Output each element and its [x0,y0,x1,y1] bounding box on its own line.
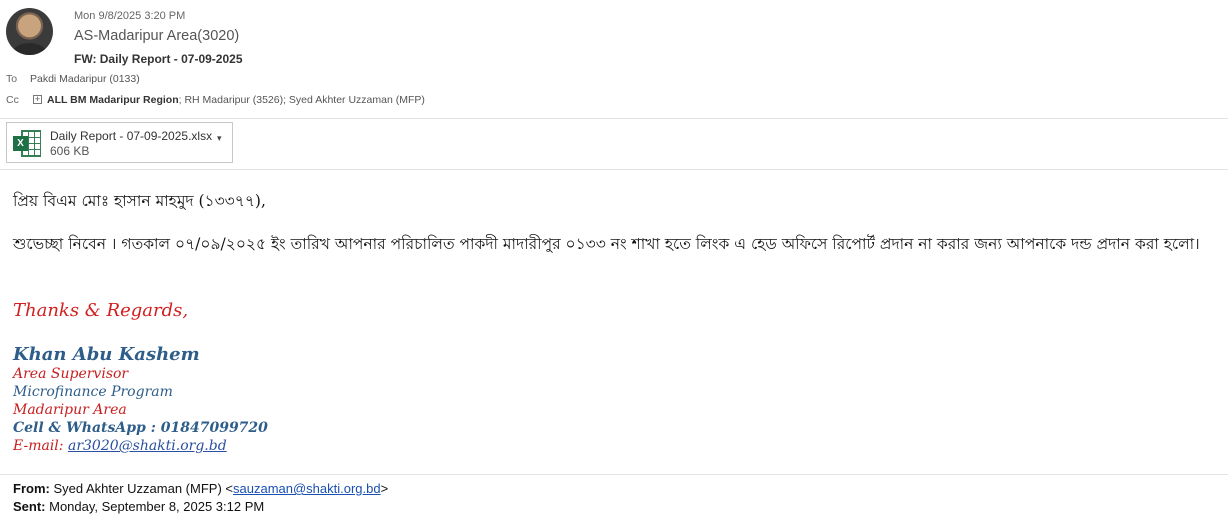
forward-sent-line: Sent: Monday, September 8, 2025 3:12 PM [13,499,264,514]
forward-from-email-link[interactable]: sauzaman@shakti.org.bd [233,481,381,496]
attachment-name: Daily Report - 07-09-2025.xlsx [50,129,213,143]
cc-recipients: ALL BM Madaripur Region; RH Madaripur (3… [47,94,425,106]
chevron-down-icon[interactable]: ▾ [217,133,222,144]
cc-group-recipient[interactable]: ALL BM Madaripur Region [47,94,179,106]
to-label: To [6,73,18,85]
body-paragraph: শুভেচ্ছা নিবেন । গতকাল ০৭/০৯/২০২৫ ইং তার… [13,235,1200,253]
header-divider [0,118,1228,119]
forward-divider [0,474,1228,475]
forward-from-line: From: Syed Akhter Uzzaman (MFP) <sauzama… [13,481,388,496]
signature-email-label: E-mail: [13,438,68,454]
forward-from-name: Syed Akhter Uzzaman (MFP) < [49,481,233,496]
signature-cell: Cell & WhatsApp : 01847099720 [13,420,268,436]
signature-email-link[interactable]: ar3020@shakti.org.bd [68,438,227,454]
message-date: Mon 9/8/2025 3:20 PM [74,10,186,22]
attachment-card[interactable]: X Daily Report - 07-09-2025.xlsx 606 KB … [6,122,233,163]
signature-program: Microfinance Program [13,384,173,400]
signature-title: Area Supervisor [13,366,129,382]
excel-badge: X [13,136,28,151]
signature-email-line: E-mail: ar3020@shakti.org.bd [13,438,227,454]
to-recipient[interactable]: Pakdi Madaripur (0133) [30,73,140,85]
message-subject: FW: Daily Report - 07-09-2025 [74,52,243,66]
forward-from-label: From: [13,481,50,496]
excel-file-icon: X [13,130,41,157]
sender-avatar[interactable] [6,8,53,55]
signature-name: Khan Abu Kashem [13,344,200,365]
signature-thanks: Thanks & Regards, [13,300,189,321]
attachment-divider [0,169,1228,170]
forward-sent-date: Monday, September 8, 2025 3:12 PM [45,499,265,514]
cc-other-recipients[interactable]: ; RH Madaripur (3526); Syed Akhter Uzzam… [179,94,425,106]
forward-sent-label: Sent: [13,499,46,514]
attachment-size: 606 KB [50,144,90,158]
signature-area: Madaripur Area [13,402,127,418]
forward-from-close: > [380,481,389,496]
expand-group-icon[interactable]: + [33,95,42,104]
cc-label: Cc [6,94,19,106]
sender-name[interactable]: AS-Madaripur Area(3020) [74,28,239,44]
body-greeting: প্রিয় বিএম মোঃ হাসান মাহমুদ (১৩৩৭৭), [13,192,266,210]
